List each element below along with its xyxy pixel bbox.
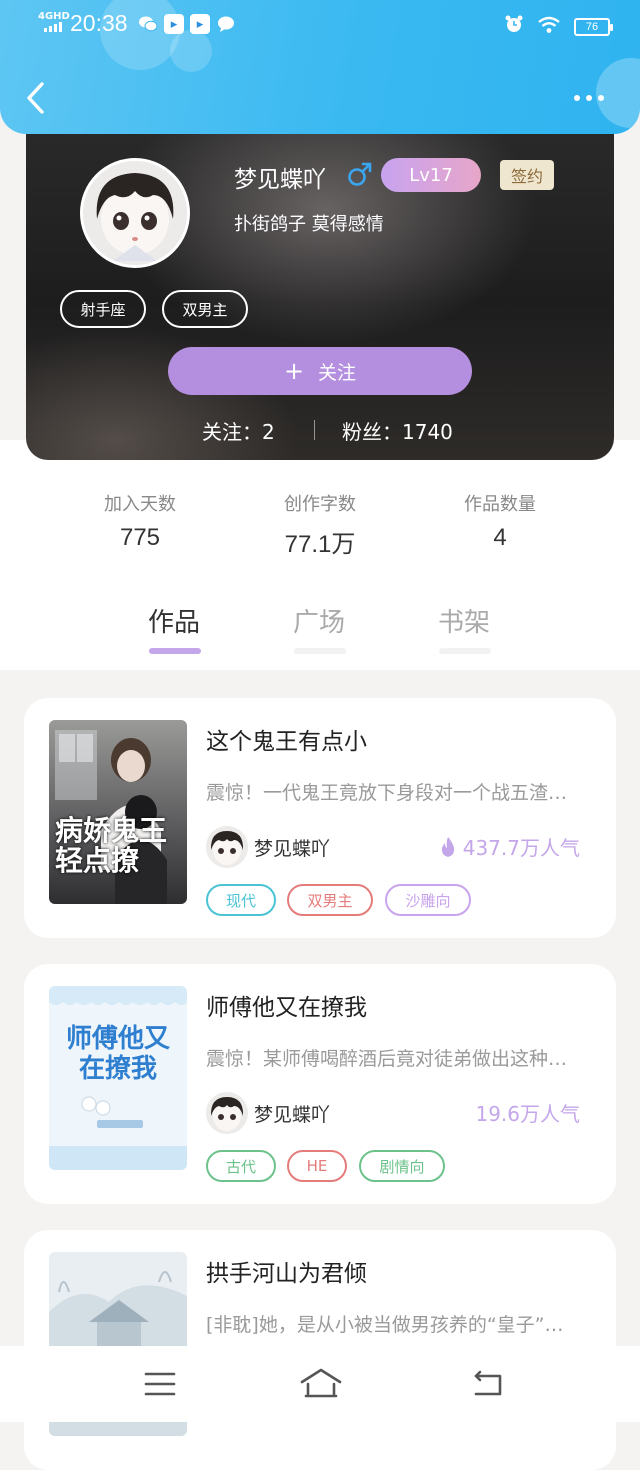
counter-label: 加入天数	[104, 494, 176, 515]
follow-label: 关注	[318, 361, 357, 384]
message-icon	[216, 14, 236, 34]
following-count[interactable]: 关注：2	[202, 416, 275, 445]
book-tag[interactable]: 现代	[206, 884, 276, 916]
battery-icon: 76	[574, 18, 613, 36]
male-icon	[348, 162, 372, 186]
book-description: 震惊！某师傅喝醉酒后竟对徒弟做出这种…	[206, 1048, 568, 1070]
book-card[interactable]: 病娇鬼王轻点撩 这个鬼王有点小 震惊！一代鬼王竟放下身段对一个战五渣… 梦见蝶吖…	[24, 698, 616, 938]
top-bar: 4GHD 20:38 ▸ ▸ 76	[0, 0, 640, 134]
book-description: [非耽]她，是从小被当做男孩养的“皇子”…	[206, 1314, 564, 1336]
status-right: 76	[504, 14, 613, 40]
wifi-icon	[538, 15, 560, 40]
home-button[interactable]	[298, 1364, 344, 1404]
tag-chip[interactable]: 双男主	[162, 290, 248, 328]
flame-icon	[441, 836, 454, 857]
book-tag[interactable]: 剧情向	[359, 1150, 445, 1182]
popularity-value: 19.6万人气	[475, 1102, 580, 1126]
author-name: 梦见蝶吖	[254, 838, 331, 860]
level-badge: Lv17	[381, 158, 481, 192]
back-nav-icon	[474, 1370, 502, 1396]
popularity: 19.6万人气	[475, 1098, 580, 1127]
book-title[interactable]: 拱手河山为君倾	[206, 1254, 367, 1288]
menu-icon	[144, 1372, 176, 1396]
book-description: 震惊！一代鬼王竟放下身段对一个战五渣…	[206, 782, 568, 804]
cover-title: 师傅他又在撩我	[65, 1024, 170, 1084]
author-avatar	[206, 1092, 248, 1134]
more-button[interactable]	[574, 88, 614, 108]
clock: 20:38	[70, 10, 128, 36]
counter-days: 加入天数 775	[60, 490, 220, 552]
popularity-value: 437.7万人气	[462, 836, 580, 860]
app-notify-icon: ▸	[190, 14, 210, 34]
alarm-icon	[504, 14, 524, 40]
avatar[interactable]	[80, 158, 190, 268]
plus-icon: +	[283, 357, 305, 385]
network-type: 4GHD	[38, 11, 70, 22]
author-avatar	[206, 826, 248, 868]
contract-badge: 签约	[500, 160, 554, 190]
book-tag[interactable]: 沙雕向	[385, 884, 471, 916]
stats-counters: 加入天数 775 创作字数 77.1万 作品数量 4	[52, 440, 588, 582]
book-tag[interactable]: 古代	[206, 1150, 276, 1182]
counter-value: 775	[119, 524, 161, 551]
back-nav-button[interactable]	[468, 1364, 508, 1404]
user-motto: 扑街鸽子 莫得感情	[234, 214, 384, 235]
tab-bookshelf[interactable]: 书架	[438, 602, 490, 639]
cover-title: 病娇鬼王轻点撩	[55, 814, 168, 877]
book-title[interactable]: 这个鬼王有点小	[206, 722, 367, 756]
follow-stats: 关注：2 粉丝：1740	[26, 410, 614, 450]
status-bar: 4GHD 20:38 ▸ ▸ 76	[0, 0, 640, 50]
divider	[314, 420, 315, 440]
menu-button[interactable]	[140, 1364, 180, 1404]
counter-value: 77.1万	[284, 531, 356, 558]
counter-works: 作品数量 4	[420, 490, 580, 552]
tab-square[interactable]: 广场	[293, 602, 345, 639]
counter-label: 创作字数	[284, 494, 356, 515]
wechat-icon	[138, 14, 158, 34]
tab-works[interactable]: 作品	[148, 602, 200, 639]
book-cover[interactable]: 师傅他又在撩我	[49, 986, 187, 1170]
popularity: 437.7万人气	[439, 832, 580, 861]
counter-words: 创作字数 77.1万	[240, 490, 400, 559]
counter-label: 作品数量	[464, 494, 536, 515]
back-button[interactable]	[20, 78, 54, 118]
signal-icon	[44, 22, 62, 32]
author-name: 梦见蝶吖	[254, 1104, 331, 1126]
book-tag[interactable]: HE	[287, 1150, 347, 1182]
tag-chip[interactable]: 射手座	[60, 290, 146, 328]
follow-button[interactable]: + 关注	[168, 347, 472, 395]
fans-count[interactable]: 粉丝：1740	[342, 416, 453, 445]
tab-indicator-active	[149, 648, 201, 654]
counter-value: 4	[493, 524, 507, 551]
more-dots-icon	[574, 95, 580, 101]
back-arrow-icon	[27, 82, 44, 114]
book-cover[interactable]: 病娇鬼王轻点撩	[49, 720, 187, 904]
profile-card: 梦见蝶吖 Lv17 签约 扑街鸽子 莫得感情 射手座 双男主 + 关注 关注：2…	[26, 110, 614, 460]
book-title[interactable]: 师傅他又在撩我	[206, 988, 367, 1022]
book-card[interactable]: 师傅他又在撩我 师傅他又在撩我 震惊！某师傅喝醉酒后竟对徒弟做出这种… 梦见蝶吖…	[24, 964, 616, 1204]
system-nav-bar	[0, 1346, 640, 1422]
app-notify-icon: ▸	[164, 14, 184, 34]
tab-indicator	[294, 648, 346, 654]
home-icon	[300, 1368, 342, 1398]
tab-indicator	[439, 648, 491, 654]
book-tag[interactable]: 双男主	[287, 884, 373, 916]
user-name: 梦见蝶吖	[234, 167, 326, 193]
